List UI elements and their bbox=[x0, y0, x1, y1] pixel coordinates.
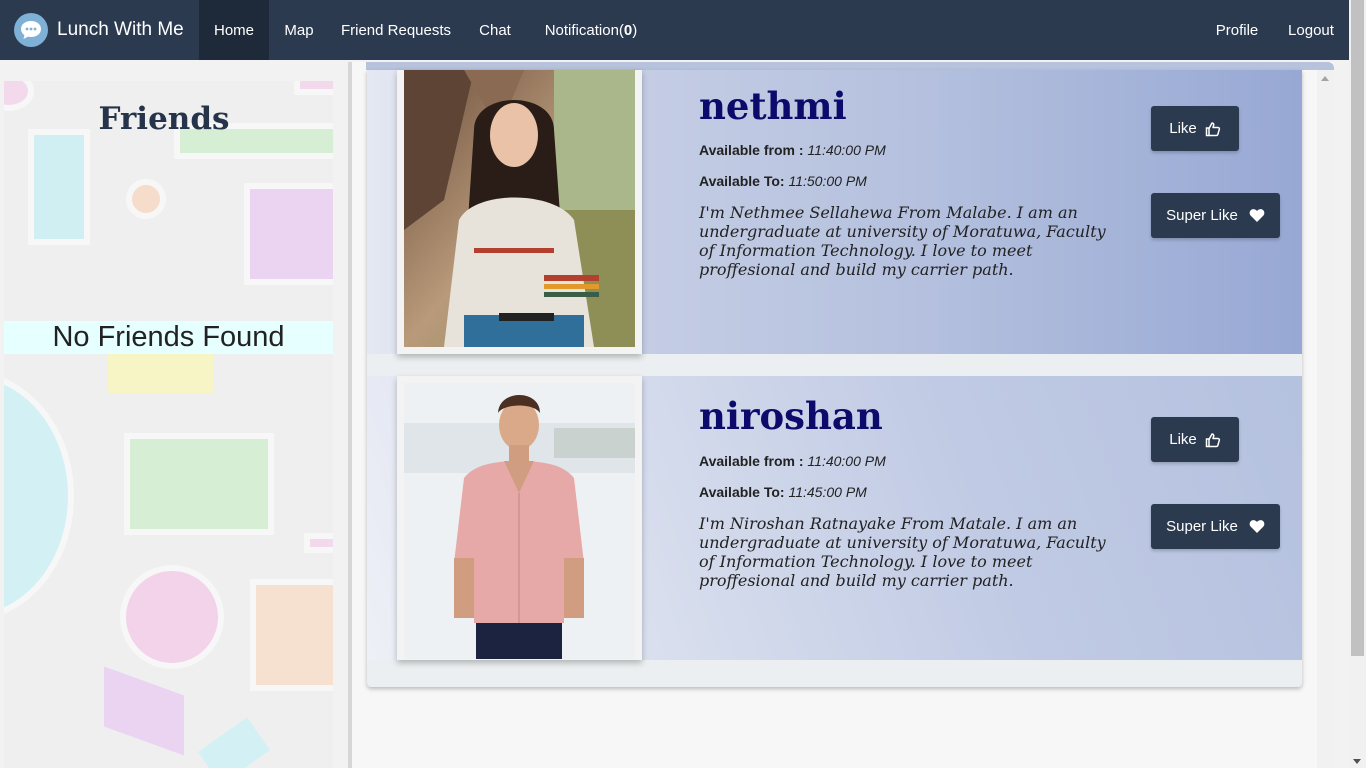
like-label: Like bbox=[1169, 431, 1197, 448]
available-from-label: Available from : bbox=[699, 453, 804, 469]
available-from: Available from : 11:40:00 PM bbox=[699, 453, 886, 469]
super-like-button[interactable]: Super Like bbox=[1151, 504, 1280, 549]
like-button[interactable]: Like bbox=[1151, 417, 1239, 462]
decor-shape bbox=[244, 183, 333, 285]
decor-shape bbox=[120, 565, 224, 669]
decor-shape bbox=[250, 579, 333, 691]
nav-profile[interactable]: Profile bbox=[1202, 0, 1272, 60]
top-navbar: Lunch With Me Home Map Friend Requests C… bbox=[0, 0, 1349, 60]
user-card: nethmi Available from : 11:40:00 PM Avai… bbox=[367, 70, 1302, 354]
available-from-label: Available from : bbox=[699, 142, 804, 158]
available-to-value: 11:45:00 PM bbox=[788, 484, 867, 500]
chat-bubble-icon bbox=[14, 13, 48, 47]
nav-chat[interactable]: Chat bbox=[466, 0, 524, 60]
available-from-value: 11:40:00 PM bbox=[807, 142, 886, 158]
profile-photo-frame bbox=[397, 376, 642, 660]
nav-friend-requests[interactable]: Friend Requests bbox=[330, 0, 462, 60]
available-to: Available To: 11:50:00 PM bbox=[699, 173, 867, 189]
heart-icon bbox=[1249, 519, 1265, 534]
main-content: nethmi Available from : 11:40:00 PM Avai… bbox=[352, 62, 1334, 768]
like-label: Like bbox=[1169, 120, 1197, 137]
notification-label: Notification( bbox=[544, 21, 624, 39]
user-bio: I'm Niroshan Ratnayake From Matale. I am… bbox=[699, 514, 1106, 590]
friends-title: Friends bbox=[98, 101, 230, 137]
page-scrollbar-thumb[interactable] bbox=[1351, 0, 1364, 656]
list-top-edge bbox=[366, 62, 1334, 70]
thumbs-up-icon bbox=[1205, 121, 1221, 137]
friends-panel: Friends No Friends Found bbox=[4, 81, 333, 768]
profile-photo[interactable] bbox=[404, 70, 635, 347]
user-name: niroshan bbox=[699, 394, 883, 438]
decor-shape bbox=[126, 179, 166, 219]
notification-label-close: ) bbox=[632, 21, 638, 39]
page-scrollbar[interactable] bbox=[1349, 0, 1366, 768]
like-button[interactable]: Like bbox=[1151, 106, 1239, 151]
available-to-value: 11:50:00 PM bbox=[788, 173, 867, 189]
no-friends-message: No Friends Found bbox=[4, 321, 333, 354]
nav-logout[interactable]: Logout bbox=[1276, 0, 1346, 60]
decor-shape bbox=[124, 433, 274, 535]
available-to-label: Available To: bbox=[699, 484, 785, 500]
nav-map[interactable]: Map bbox=[270, 0, 328, 60]
nav-home[interactable]: Home bbox=[199, 0, 269, 60]
thumbs-up-icon bbox=[1205, 432, 1221, 448]
user-bio: I'm Nethmee Sellahewa From Malabe. I am … bbox=[699, 203, 1106, 279]
decor-shape bbox=[294, 81, 333, 95]
available-from-value: 11:40:00 PM bbox=[807, 453, 886, 469]
decor-shape bbox=[197, 717, 271, 768]
profile-photo[interactable] bbox=[404, 383, 635, 659]
decor-shape bbox=[108, 353, 213, 393]
decor-shape bbox=[104, 666, 184, 756]
list-scrollbar[interactable] bbox=[1317, 70, 1334, 768]
brand[interactable]: Lunch With Me bbox=[14, 12, 184, 48]
notification-count: 0 bbox=[623, 21, 633, 39]
scroll-up-arrow-icon[interactable] bbox=[1321, 76, 1329, 81]
brand-name: Lunch With Me bbox=[57, 19, 184, 40]
super-like-button[interactable]: Super Like bbox=[1151, 193, 1280, 238]
user-card: niroshan Available from : 11:40:00 PM Av… bbox=[367, 376, 1302, 660]
scroll-down-arrow-icon[interactable] bbox=[1353, 759, 1361, 764]
profile-photo-frame bbox=[397, 70, 642, 354]
user-list: nethmi Available from : 11:40:00 PM Avai… bbox=[367, 70, 1302, 687]
user-name: nethmi bbox=[699, 84, 847, 128]
available-to-label: Available To: bbox=[699, 173, 785, 189]
available-from: Available from : 11:40:00 PM bbox=[699, 142, 886, 158]
decor-shape bbox=[4, 371, 74, 621]
super-like-label: Super Like bbox=[1166, 207, 1238, 224]
nav-notification[interactable]: Notification(0) bbox=[528, 0, 654, 60]
super-like-label: Super Like bbox=[1166, 518, 1238, 535]
heart-icon bbox=[1249, 208, 1265, 223]
decor-shape bbox=[304, 533, 333, 553]
decor-shape bbox=[28, 129, 90, 245]
available-to: Available To: 11:45:00 PM bbox=[699, 484, 867, 500]
